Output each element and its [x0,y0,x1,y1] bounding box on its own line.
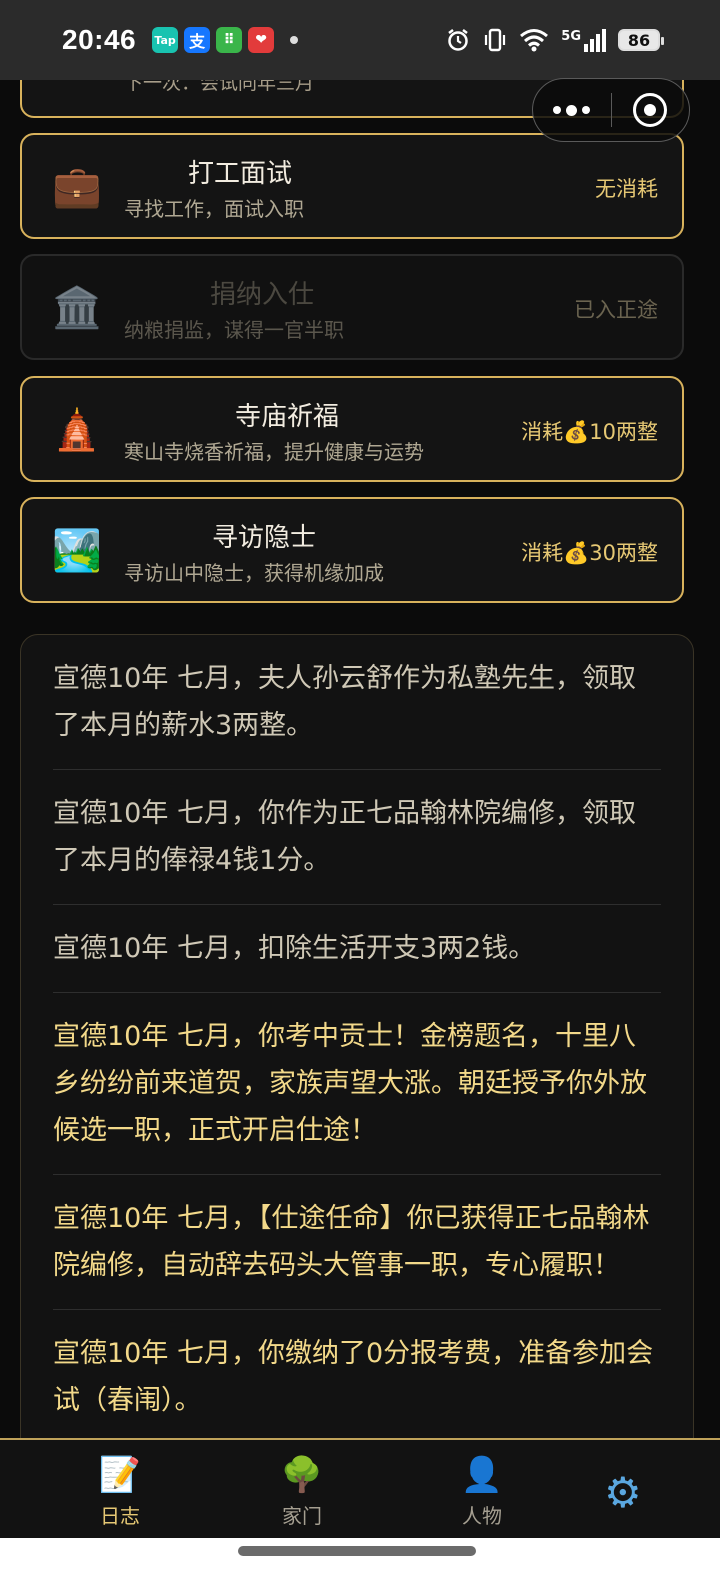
action-card-title: 捐纳入仕 [209,280,314,310]
action-card-title: 寺庙祈福 [234,402,339,432]
action-card-subtitle: 纳粮捐监，谋得一官半职 [124,318,344,342]
action-card-job-interview[interactable]: 💼 打工面试 寻找工作，面试入职 无消耗 [20,133,684,239]
bottom-tab-bar: 📝 日志 🌳 家门 👤 人物 ⚙ [0,1438,720,1538]
notification-icons: Tap 支 ⠿ ❤ [152,27,299,53]
wifi-icon [520,29,549,52]
action-card-donate-office: 🏛️ 捐纳入仕 纳粮捐监，谋得一官半职 已入正途 [20,254,684,360]
event-log-panel[interactable]: 宣德10年 七月，夫人孙云舒作为私塾先生，领取了本月的薪水3两整。 宣德10年 … [20,634,694,1514]
action-card-title: 打工面试 [187,159,292,189]
gesture-bar-area [0,1538,720,1582]
tab-label: 家门 [282,1504,322,1528]
tab-label: 日志 [100,1504,140,1528]
log-entry-highlight: 宣德10年 七月，你考中贡士！金榜题名，十里八乡纷纷前来道贺，家族声望大涨。朝廷… [53,993,661,1175]
action-card-visit-hermit[interactable]: 🏞️ 寻访隐士 寻访山中隐士，获得机缘加成 消耗💰30两整 [20,497,684,603]
log-entry: 宣德10年 七月，夫人孙云舒作为私塾先生，领取了本月的薪水3两整。 [53,635,661,770]
more-notifications-dot [290,36,299,44]
tab-label: 人物 [462,1504,502,1528]
action-card-title: 寻访隐士 [211,523,316,553]
action-card-subtitle: 寻找工作，面试入职 [124,197,304,221]
tab-family[interactable]: 🌳 家门 [252,1454,352,1529]
vibrate-icon [485,28,506,52]
status-time: 20:46 [62,24,137,55]
log-entry-highlight: 宣德10年 七月，【仕途任命】你已获得正七品翰林院编修，自动辞去码头大管事一职，… [53,1175,661,1310]
action-card-cost: 消耗💰10两整 [521,420,658,444]
miniprogram-capsule [532,78,690,142]
cellular-signal-icon: 5G [561,28,606,52]
action-card-status: 已入正途 [574,298,658,322]
alarm-icon [448,29,469,51]
more-menu-button[interactable] [533,79,611,141]
memo-icon: 📝 [98,1455,142,1495]
taptap-app-icon: Tap [152,27,179,53]
action-card-subtitle: 寻访山中隐士，获得机缘加成 [124,561,384,585]
battery-icon: 86 [618,29,664,51]
temple-icon: 🛕 [52,407,102,453]
log-entry: 宣德10年 七月，你作为正七品翰林院编修，领取了本月的俸禄4钱1分。 [53,770,661,905]
status-right: 5G 86 [445,27,664,53]
landscape-icon: 🏞️ [52,528,102,574]
target-circle-icon [633,93,668,127]
action-card-cost: 无消耗 [595,177,658,201]
settings-gear-icon[interactable]: ⚙ [604,1468,642,1517]
tree-icon: 🌳 [280,1455,324,1495]
briefcase-icon: 💼 [52,164,102,210]
status-bar: 20:46 Tap 支 ⠿ ❤ 5G 86 [0,0,720,80]
mini-program-app-icon: ⠿ [216,27,243,53]
close-miniprogram-button[interactable] [612,79,690,141]
action-card-temple-blessing[interactable]: 🛕 寺庙祈福 寒山寺烧香祈福，提升健康与运势 消耗💰10两整 [20,376,684,482]
network-type: 5G [561,28,581,44]
person-icon: 👤 [460,1455,504,1495]
tab-diary[interactable]: 📝 日志 [70,1454,170,1529]
log-entry-highlight: 宣德10年 七月，你缴纳了0分报考费，准备参加会试（春闱）。 [53,1338,654,1416]
action-card-subtitle: 寒山寺烧香祈福，提升健康与运势 [124,440,424,464]
tab-character[interactable]: 👤 人物 [432,1454,532,1529]
home-indicator[interactable] [238,1546,476,1556]
alipay-app-icon: 支 [184,27,211,53]
classical-building-icon: 🏛️ [52,285,102,331]
log-entry: 宣德10年 七月，扣除生活开支3两2钱。 [53,905,661,993]
red-app-icon: ❤ [248,27,275,53]
action-card-cost: 消耗💰30两整 [521,541,658,565]
